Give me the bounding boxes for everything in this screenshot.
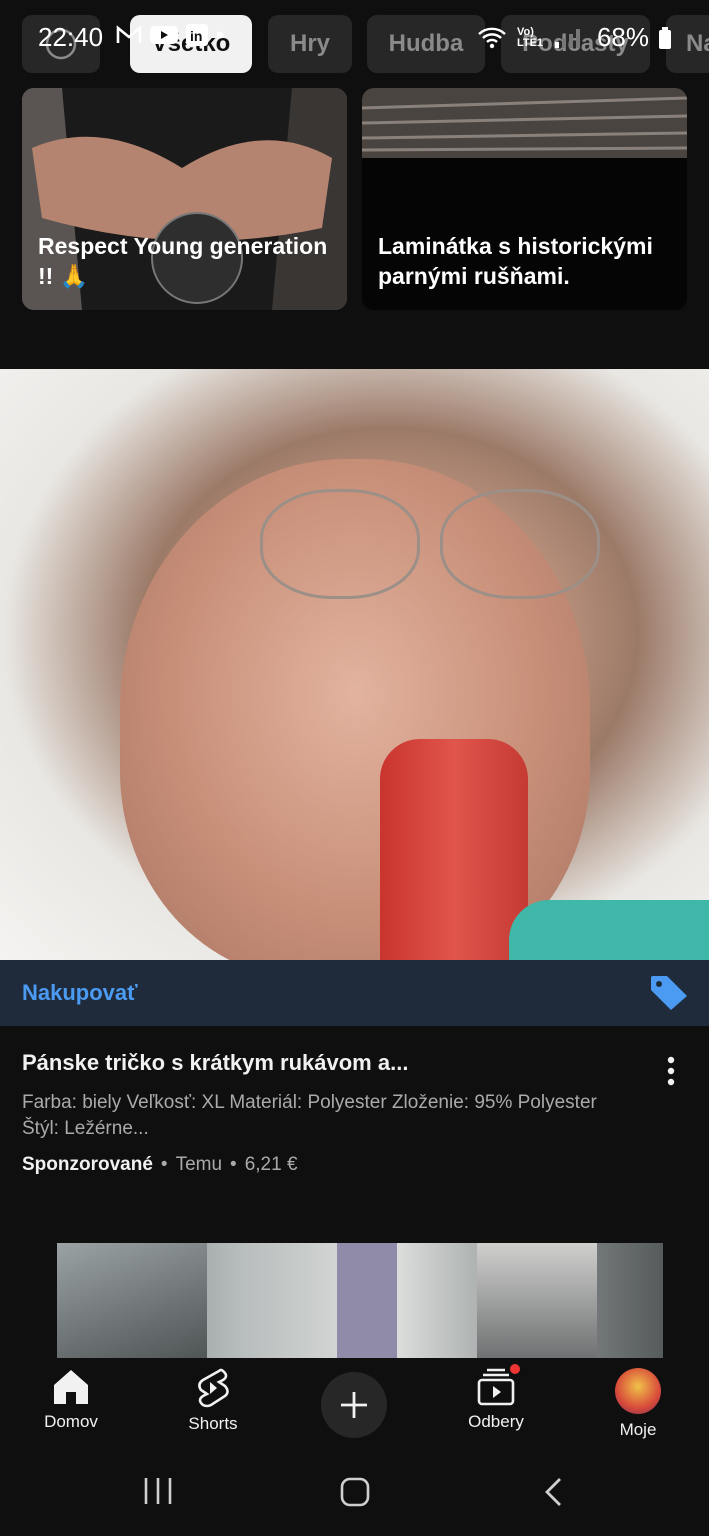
shorts-icon bbox=[198, 1368, 229, 1408]
nav-you[interactable]: Moje bbox=[578, 1368, 698, 1440]
ad-meta: Sponzorované • Temu • 6,21 € bbox=[22, 1154, 687, 1176]
short-title: Respect Young generation !! 🙏 bbox=[38, 233, 328, 290]
battery-percent: 68% bbox=[596, 22, 649, 52]
nav-shorts-label: Shorts bbox=[188, 1414, 238, 1433]
home-icon bbox=[54, 1370, 88, 1404]
subscriptions-icon-wrap bbox=[476, 1362, 522, 1406]
short-card[interactable]: Laminátka s historickými parnými rušňami… bbox=[362, 88, 687, 310]
short-title: Laminátka s historickými parnými rušňami… bbox=[378, 233, 653, 290]
meta-separator: • bbox=[230, 1154, 237, 1176]
sponsored-label: Sponzorované bbox=[22, 1154, 153, 1176]
signal-icon bbox=[554, 28, 580, 48]
meta-separator: • bbox=[160, 1154, 168, 1176]
ad-price: 6,21 € bbox=[244, 1154, 298, 1176]
wifi-icon bbox=[478, 27, 506, 48]
shirt bbox=[509, 900, 709, 960]
ad-title[interactable]: Pánske tričko s krátkym rukávom a... bbox=[22, 1050, 622, 1076]
tag-icon bbox=[651, 976, 687, 1010]
video-thumbnail[interactable] bbox=[57, 1243, 663, 1358]
create-button[interactable] bbox=[321, 1372, 387, 1438]
svg-text:in: in bbox=[190, 28, 202, 44]
thumb-panel bbox=[337, 1243, 397, 1358]
dot-icon bbox=[216, 31, 224, 39]
glasses-left bbox=[260, 489, 420, 599]
popsicle bbox=[380, 739, 528, 960]
ad-image[interactable] bbox=[0, 369, 709, 960]
recent-apps-icon[interactable] bbox=[141, 1476, 175, 1506]
nav-shorts[interactable]: Shorts bbox=[153, 1368, 273, 1434]
ad-info[interactable]: Pánske tričko s krátkym rukávom a... Far… bbox=[22, 1050, 687, 1176]
back-icon[interactable] bbox=[542, 1476, 566, 1508]
network-label: Vo) LTE1 bbox=[516, 25, 544, 49]
shop-bar[interactable]: Nakupovať bbox=[0, 960, 709, 1026]
thumb-panel bbox=[57, 1243, 207, 1358]
system-nav bbox=[0, 1458, 709, 1536]
home-button-icon[interactable] bbox=[339, 1476, 371, 1508]
linkedin-icon: in bbox=[186, 24, 208, 46]
glasses-right bbox=[440, 489, 600, 599]
notification-dot bbox=[508, 1362, 522, 1376]
avatar bbox=[615, 1368, 661, 1414]
nav-subscriptions[interactable]: Odbery bbox=[436, 1362, 556, 1432]
nav-you-label: Moje bbox=[619, 1420, 657, 1439]
ad-description: Farba: biely Veľkosť: XL Materiál: Polye… bbox=[22, 1092, 597, 1140]
battery-icon bbox=[659, 26, 671, 49]
thumb-panel bbox=[477, 1243, 597, 1358]
advertiser-name: Temu bbox=[175, 1154, 223, 1176]
more-vert-icon[interactable] bbox=[651, 1052, 691, 1092]
notification-icons: in bbox=[116, 24, 224, 46]
nav-home-label: Domov bbox=[44, 1412, 98, 1431]
shorts-shelf: Respect Young generation !! 🙏 Laminátka … bbox=[22, 88, 687, 310]
nav-subscriptions-label: Odbery bbox=[468, 1412, 524, 1431]
bottom-nav: Domov Shorts Odbery Moje bbox=[0, 1358, 709, 1458]
nav-home[interactable]: Domov bbox=[11, 1368, 131, 1432]
plus-icon bbox=[341, 1392, 367, 1418]
status-bar: 22:40 in Vo) LTE1 68% bbox=[0, 0, 709, 70]
gmail-icon bbox=[116, 25, 142, 43]
short-card[interactable]: Respect Young generation !! 🙏 bbox=[22, 88, 347, 310]
status-time: 22:40 bbox=[38, 22, 104, 52]
status-right: Vo) LTE1 68% bbox=[477, 22, 671, 53]
shop-label[interactable]: Nakupovať bbox=[22, 980, 138, 1006]
youtube-icon bbox=[150, 26, 178, 44]
